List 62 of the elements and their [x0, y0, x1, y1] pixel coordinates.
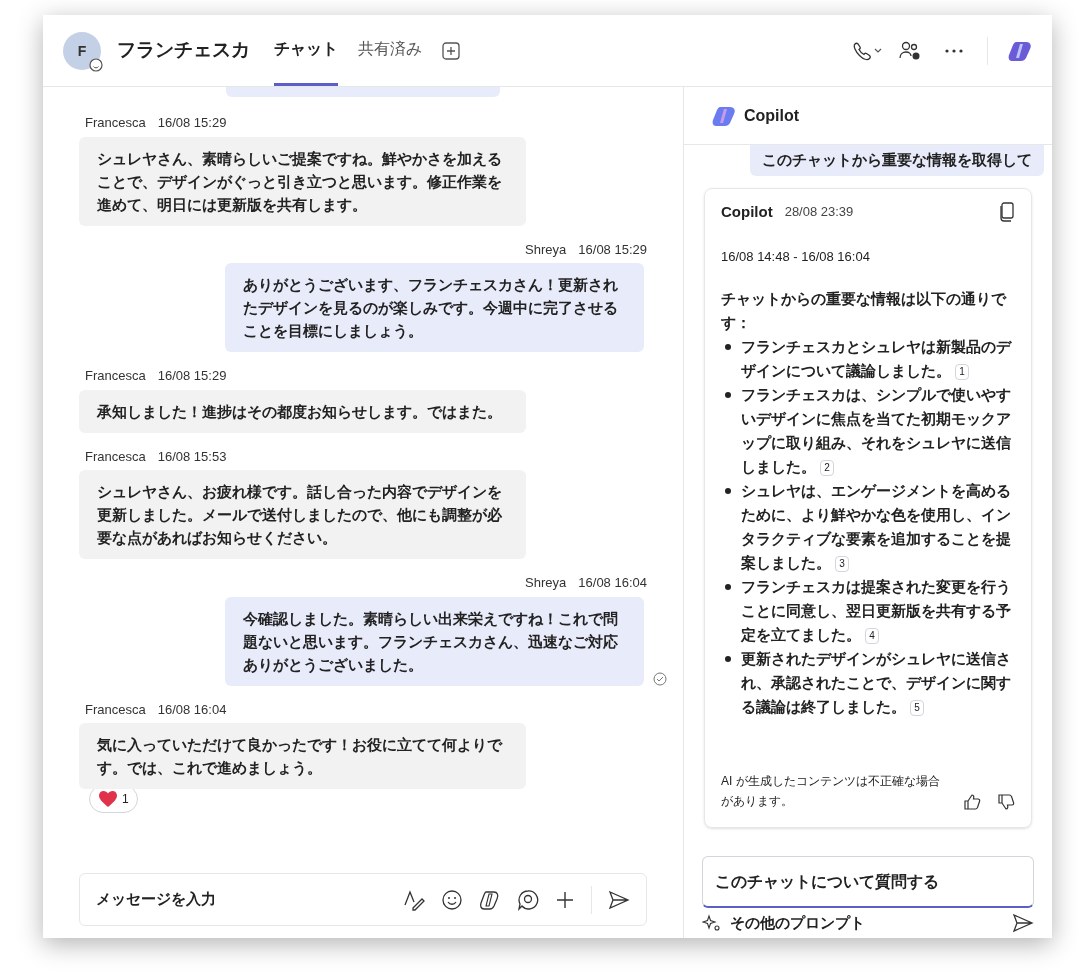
- message-time: 16/08 15:29: [157, 367, 227, 385]
- copy-icon[interactable]: [999, 201, 1015, 222]
- message-bubble: シュレヤさん、素晴らしいご提案ですね。鮮やかさを加えることで、デザインがぐっと引き立つと思います。修正作業を進めて、明日には更新版を共有します。: [79, 136, 526, 226]
- people-icon[interactable]: [899, 40, 921, 61]
- send-icon[interactable]: [608, 889, 630, 910]
- send-icon[interactable]: [1012, 913, 1034, 933]
- summary-item: 更新されたデザインがシュレヤに送信され、承認されたことで、デザインに関する議論は終了しました。 5: [721, 646, 1015, 719]
- summary-item: フランチェスカは提案された変更を行うことに同意し、翌日更新版を共有する予定を立てました。 4: [721, 574, 1015, 647]
- message-time: 16/08 16:04: [578, 574, 647, 592]
- message-time: 16/08 15:29: [157, 114, 227, 132]
- citation-link[interactable]: 5: [910, 699, 924, 716]
- thumbs-up-icon[interactable]: [963, 792, 981, 811]
- message-bubble: シュレヤさん、お疲れ様です。話し合った内容でデザインを更新しました。メールで送付しましたので、他にも調整が必要な点があればお知らせください。: [79, 470, 526, 559]
- add-icon[interactable]: [555, 889, 575, 910]
- citation-link[interactable]: 3: [835, 555, 849, 572]
- input-placeholder: このチャットについて質問する: [715, 871, 939, 892]
- message-input[interactable]: メッセージを入力: [79, 873, 647, 926]
- citation-link[interactable]: 1: [955, 363, 969, 380]
- call-icon[interactable]: [851, 40, 883, 61]
- more-icon[interactable]: [945, 48, 963, 53]
- response-time: 28/08 23:39: [784, 203, 854, 221]
- copilot-logo-icon: [712, 105, 736, 126]
- author-name: Francesca: [85, 447, 146, 466]
- copilot-icon[interactable]: [1008, 39, 1032, 62]
- message-time: 16/08 15:53: [157, 447, 227, 466]
- emoji-icon[interactable]: [441, 888, 463, 911]
- sparkle-icon[interactable]: [702, 914, 722, 932]
- message-time: 16/08 16:04: [157, 700, 227, 719]
- author-name: Francesca: [85, 700, 146, 719]
- time-range: 16/08 14:48 - 16/08 16:04: [721, 248, 871, 266]
- citation-link[interactable]: 4: [865, 627, 879, 644]
- thumbs-down-icon[interactable]: [997, 792, 1015, 811]
- chat-title: フランチェスカ: [117, 38, 250, 63]
- message-placeholder: メッセージを入力: [96, 889, 216, 910]
- loop-icon[interactable]: [517, 888, 539, 911]
- tab[interactable]: 共有済み: [358, 15, 422, 86]
- citation-link[interactable]: 2: [820, 459, 834, 476]
- copilot-icon[interactable]: [479, 888, 501, 911]
- copilot-input[interactable]: このチャットについて質問する: [702, 856, 1034, 908]
- format-icon[interactable]: [403, 888, 425, 911]
- prompt-bubble: このチャットから重要な情報を取得して: [750, 145, 1044, 176]
- response-intro: チャットからの重要な情報は以下の通りです：: [721, 288, 1008, 333]
- panel-title: Copilot: [744, 105, 800, 126]
- more-prompts-link[interactable]: その他のプロンプト: [730, 911, 865, 935]
- status-icon: [89, 57, 103, 72]
- summary-item: シュレヤは、エンゲージメントを高めるために、より鮮やかな色を使用し、インタラクティブな要素を追加することを提案しました。 3: [721, 478, 1015, 575]
- message-bubble: 気に入っていただけて良かったです！お役に立てて何よりです。では、これで進めましょう。: [79, 723, 526, 789]
- summary-item: フランチェスカとシュレヤは新製品のデザインについて議論しました。 1: [721, 334, 1015, 383]
- author-name: Francesca: [85, 114, 146, 132]
- author-name: Shreya: [525, 240, 567, 259]
- message-bubble: 承知しました！進捗はその都度お知らせします。ではまた。: [79, 389, 526, 433]
- author-name: Shreya: [525, 574, 567, 592]
- summary-item: フランチェスカは、シンプルで使いやすいデザインに焦点を当てた初期モックアップに取り組み、それをシュレヤに送信しました。 2: [721, 382, 1015, 479]
- message-bubble: ありがとうございます、フランチェスカさん！更新されたデザインを見るのが楽しみです。今週中に完了させることを目標にしましょう。: [225, 263, 644, 352]
- avatar: F: [63, 31, 101, 70]
- message-bubble: 今確認しました。素晴らしい出来栄えですね！これで問題ないと思います。フランチェスカさん、迅速なご対応ありがとうございました。: [225, 596, 644, 686]
- heart-icon: [98, 790, 118, 808]
- message-time: 16/08 15:29: [578, 240, 647, 259]
- ai-disclaimer: AI が生成したコンテンツは不正確な場合があります。: [721, 772, 941, 810]
- author-name: Francesca: [85, 367, 146, 385]
- response-author: Copilot: [721, 201, 773, 222]
- add-tab-icon[interactable]: [442, 41, 460, 60]
